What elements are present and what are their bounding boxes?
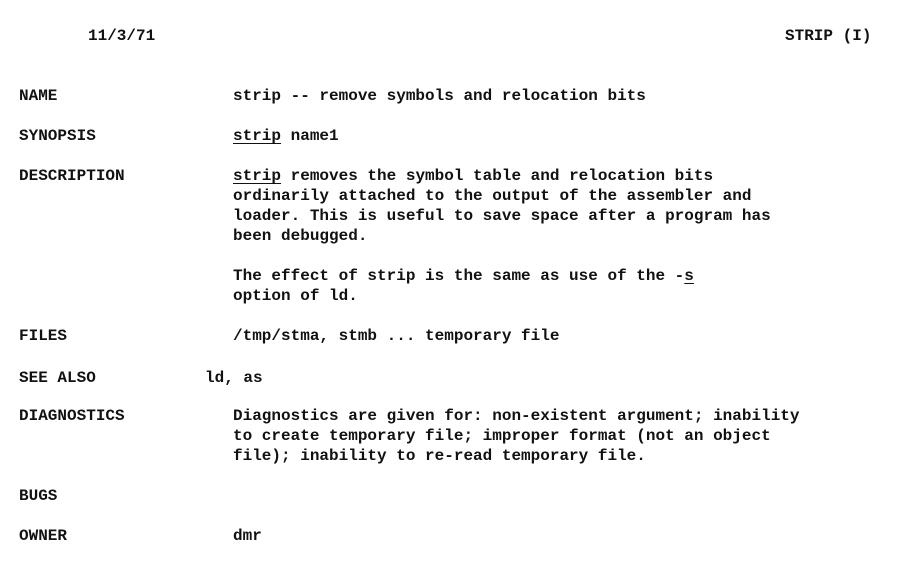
diagnostics-line-3: file); inability to re-read temporary fi… [233,447,646,465]
synopsis-args: name1 [281,127,339,145]
section-label-files: FILES [19,327,68,345]
description-para2-line-2: option of ld. [233,287,358,305]
description-line-4: been debugged. [233,227,368,245]
description-flag: s [684,267,694,285]
diagnostics-line-2: to create temporary file; improper forma… [233,427,771,445]
section-label-owner: OWNER [19,527,68,545]
section-label-diagnostics: DIAGNOSTICS [19,407,125,425]
synopsis-command: strip [233,127,282,145]
section-label-description: DESCRIPTION [19,167,125,185]
description-line-1-rest: removes the symbol table and relocation … [281,167,714,185]
description-line-3: loader. This is useful to save space aft… [233,207,771,225]
description-line-2: ordinarily attached to the output of the… [233,187,752,205]
page-title: STRIP (I) [785,27,872,45]
section-label-bugs: BUGS [19,487,58,505]
synopsis-text: strip name1 [233,126,339,146]
section-label-name: NAME [19,87,58,105]
see-also-text: ld, as [205,369,263,387]
description-para2-pre: The effect of strip is the same as use o… [233,267,685,285]
description-command: strip [233,167,282,185]
name-text: strip -- remove symbols and relocation b… [233,87,646,105]
description-line-1: strip removes the symbol table and reloc… [233,166,713,186]
owner-text: dmr [233,527,262,545]
page-date: 11/3/71 [88,27,156,45]
section-label-see-also: SEE ALSO [19,369,96,387]
description-para2-line-1: The effect of strip is the same as use o… [233,266,694,286]
files-text: /tmp/stma, stmb ... temporary file [233,327,560,345]
diagnostics-line-1: Diagnostics are given for: non-existent … [233,407,800,425]
section-label-synopsis: SYNOPSIS [19,127,96,145]
